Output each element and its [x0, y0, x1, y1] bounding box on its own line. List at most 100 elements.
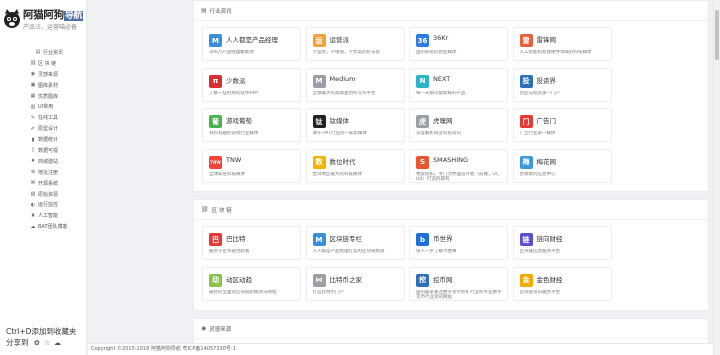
sidebar-item[interactable]: ♜ 人工智能 [0, 210, 87, 221]
section-title: 灵感来源 [209, 326, 232, 333]
site-name: 游戏葡萄 [226, 117, 252, 125]
site-card[interactable]: M 区块链专栏人人都是产品经理打造的区块链频道 [305, 226, 405, 260]
page-footer: Copyright ©2015-2018 阿猫阿狗导航 粤ICP备1405733… [88, 343, 713, 355]
sidebar-item[interactable]: ✐ 原型设计 [0, 123, 87, 134]
weibo-icon[interactable]: ✿ [34, 338, 40, 349]
smashing-icon: S [416, 155, 429, 169]
cart-icon: ♦ [30, 158, 36, 165]
next-icon: N [416, 74, 429, 88]
site-description: 服务于区块链创新者 [209, 249, 250, 254]
site-card[interactable]: 钛钛媒体 源于TMT行业的一家新媒体 [305, 108, 405, 142]
yunyingpai-icon: 运 [312, 34, 326, 47]
section-title: 行业资讯 [209, 8, 232, 15]
site-description: 每一天都可能新鲜的产品 [416, 90, 466, 96]
sidebar-item[interactable]: ▤ 行业资讯 [0, 47, 87, 58]
site-card[interactable]: b 币世界 快人一步了解币圈事 [409, 226, 508, 260]
site-card[interactable]: TNW TNW 全球知名科技媒体 [202, 148, 301, 183]
star-icon[interactable]: ☆ [44, 338, 50, 349]
bishijie-icon: b [416, 233, 429, 246]
site-description: 人人都是产品经理打造的区块链频道 [312, 249, 385, 254]
sidebar-item[interactable]: ▥ UI常用 [0, 101, 87, 112]
site-card[interactable]: 挖挖币网 国内最早关注数字货币挖矿行业的专业数字货币行业资讯网站 [409, 266, 508, 301]
qukuailian-icon: M [312, 233, 326, 246]
image-icon: ▣ [30, 82, 36, 89]
site-name: 区块链专栏 [329, 235, 363, 243]
site-description: 创业与投资第一门户 [519, 90, 561, 96]
sidebar-item[interactable]: ◐ 运行监控 [0, 199, 87, 210]
renren-icon: M [209, 34, 222, 47]
site-card[interactable]: 投投资界 创业与投资第一门户 [512, 67, 612, 102]
site-description: 区块链信息服务平台 [519, 249, 561, 254]
sidebar-item[interactable]: ⊕ 地址注册 [0, 167, 87, 178]
sidebar-item[interactable]: ✎ 在线工具 [0, 112, 87, 123]
babite-icon: 巴 [209, 233, 222, 246]
btc-home-icon: ⋈ [312, 273, 326, 287]
site-card[interactable]: π 少数派了解一些好用的软件APP [202, 67, 301, 102]
site-card[interactable]: 门广告门 广告行业第一媒体 [512, 108, 612, 142]
guanggaomen-icon: 门 [519, 115, 533, 128]
sidebar-item[interactable]: ▦ 优质图库 [0, 91, 87, 102]
site-description: 了解一些好用的软件APP [209, 90, 259, 96]
site-card[interactable]: ⋈ 比特币之家 打造比特币门户 [305, 266, 405, 301]
dongqu-icon: 动 [209, 273, 222, 287]
site-card[interactable]: 虎虎嗅网 深度解析商业科技资讯 [409, 108, 508, 142]
site-card[interactable]: M 人人都是产品经理 300万产品经理聚集地 [202, 27, 301, 61]
sspai-icon: π [209, 74, 222, 88]
sidebar-item[interactable]: ⌘ 开源系统 [0, 178, 87, 189]
scrollbar-thumb[interactable] [715, 10, 719, 60]
site-logo[interactable]: 阿猫阿狗导航 产品汪、运营喵必备 [2, 6, 86, 34]
site-description: 人工智能和智能硬件领域的科技媒体 [519, 50, 592, 55]
site-card[interactable]: 数数位时代 台湾地区最大的科技媒体 [305, 148, 405, 183]
sidebar-item[interactable]: ▮ 数据统计 [0, 134, 87, 145]
site-description: 打造比特币门户 [312, 289, 345, 295]
site-name: 雷锋网 [536, 36, 557, 44]
meihua-icon: 梅 [519, 155, 533, 169]
main-content: ▤ 行业资讯 M 人人都是产品经理 300万产品经理聚集地 运运营派 学运营，学增值，学文案… [88, 0, 713, 355]
logo-subtitle: 产品汪、运营喵必备 [23, 24, 78, 31]
site-description: 区块链资讯服务平台 [519, 289, 561, 295]
newspaper-icon: ▤ [201, 7, 207, 14]
sidebar-item[interactable]: ☁ BAT团队博客 [0, 221, 87, 232]
site-card[interactable]: 运运营派 学运营，学增值，学文案的好去处 [305, 27, 405, 61]
newspaper-icon: ▤ [35, 49, 41, 56]
site-card[interactable]: 雷雷锋网 人工智能和智能硬件领域的科技媒体 [512, 27, 612, 61]
sidebar-item-label: UI常用 [38, 104, 54, 111]
site-card[interactable]: 链链向财经区块链信息服务平台 [512, 226, 612, 260]
site-name: 动区动趋 [226, 275, 252, 284]
sidebar-nav: ▤ 行业资讯 ⛓ 区 块 链 ◉ 灵感来源 ▣ 图库素材 ▦ 优质图库 ▥ UI常用 ✎ 在线工具 ✐ 原型设… [0, 47, 87, 232]
site-description: 深度解析商业科技资讯 [416, 131, 461, 136]
site-card[interactable]: S SMASHING 喂饭扣扣，专门为界面设计者（前端，UI，UX）打造的期刊 [409, 148, 508, 183]
wabi-icon: 挖 [416, 273, 429, 287]
sidebar-item-label: BAT团队博客 [38, 224, 68, 231]
sidebar-item[interactable]: ▯ 数据可视 [0, 145, 87, 156]
site-card[interactable]: M Medium 全球最大的高质量创作写作平台 [305, 67, 405, 102]
lianxiang-icon: 链 [519, 233, 533, 246]
site-card[interactable]: N NEXT 每一天都可能新鲜的产品 [409, 67, 508, 102]
sidebar-item[interactable]: ♦ 商城建站 [0, 156, 87, 167]
site-name: 36Kr [433, 34, 449, 42]
site-description: 300万产品经理聚集地 [209, 50, 254, 55]
site-description: 有料有趣的游戏行业媒体 [209, 131, 259, 136]
site-name: Medium [329, 74, 356, 83]
site-card[interactable]: 葡游戏葡萄有料有趣的游戏行业媒体 [202, 108, 301, 142]
sidebar-item[interactable]: ⛓ 区 块 链 [0, 58, 87, 69]
sidebar-item-label: 灵感来源 [38, 71, 59, 78]
site-card[interactable]: 巴巴比特 服务于区块链创新者 [202, 226, 301, 260]
bar-chart-icon: ▯ [31, 147, 35, 154]
page-scrollbar[interactable] [713, 0, 720, 355]
site-card[interactable]: 金金色财经 区块链资讯服务平台 [512, 266, 612, 301]
site-card[interactable]: 梅梅花网 营销者的信息中心 [512, 148, 612, 183]
sidebar-item[interactable]: ◉ 灵感来源 [0, 69, 87, 80]
sidebar-item[interactable]: ▧ 原始资源 [0, 189, 87, 200]
youxiputao-icon: 葡 [209, 115, 222, 128]
site-name: 少数派 [226, 76, 246, 85]
site-name: 人人都是产品经理 [226, 36, 278, 44]
site-name: 链向财经 [536, 235, 563, 243]
huxiu-icon: 虎 [416, 115, 429, 128]
site-card[interactable]: 36 36Kr 国内知名的创业媒体 [409, 27, 508, 61]
site-description: 广告行业第一媒体 [519, 131, 556, 136]
site-card[interactable]: 动动区动趋 最好的全面的区块链新闻资讯网站 [202, 266, 301, 301]
wechat-icon[interactable]: ☁ [54, 338, 61, 349]
eye-icon: ◉ [201, 325, 207, 332]
sidebar-item[interactable]: ▣ 图库素材 [0, 80, 87, 91]
